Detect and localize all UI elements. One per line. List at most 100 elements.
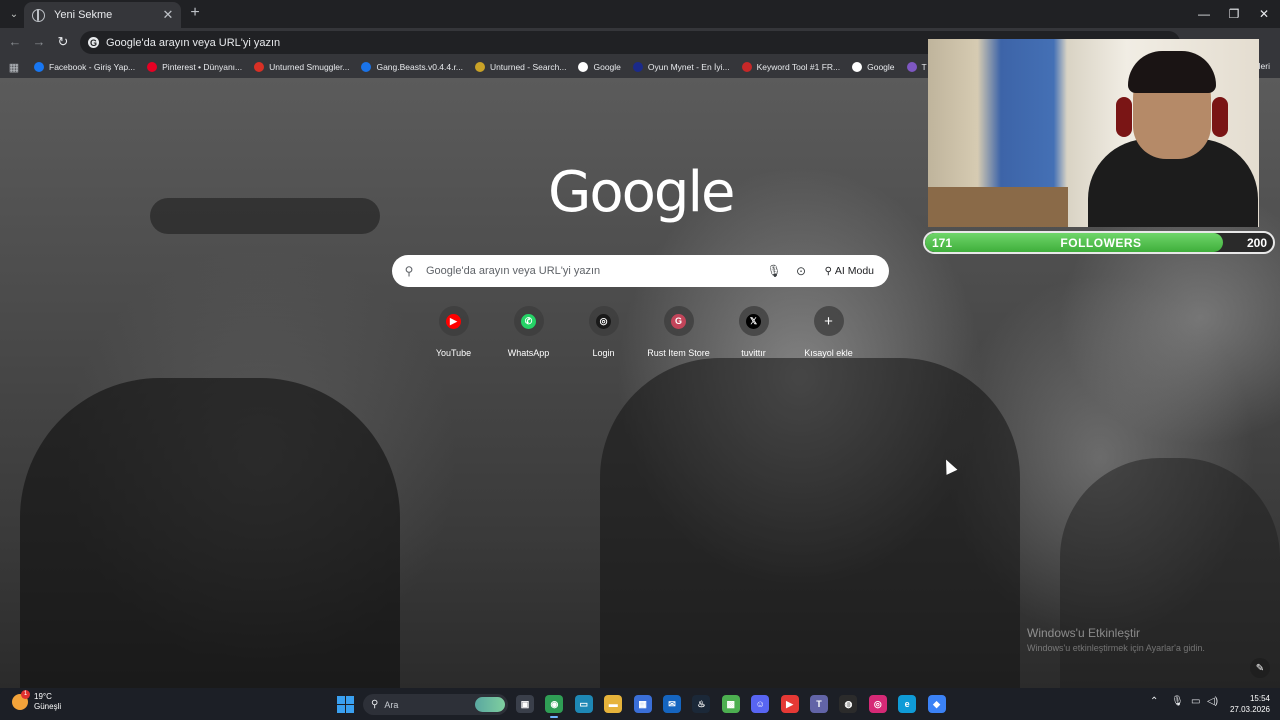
windows-taskbar: 1 19°C Güneşli ⚲ Ara ▣ ◉ ▭ ▬ ▦ ✉ ♨ ▩ ☺ ▶ T ◍ ◎ e ◆ ⌃ 🎙… bbox=[0, 688, 1280, 720]
x-icon: 𝕏 bbox=[746, 313, 761, 329]
system-clock[interactable]: 15:54 27.03.2026 bbox=[1222, 693, 1270, 715]
bookmark-label: T bbox=[921, 62, 927, 72]
address-bar-text: Google'da arayın veya URL'yi yazın bbox=[106, 36, 281, 49]
bookmark-label: Gang.Beasts.v0.4.4.r... bbox=[376, 62, 463, 72]
bookmark-item[interactable]: Google bbox=[846, 57, 900, 77]
chrome-icon[interactable]: ◉ bbox=[545, 695, 564, 718]
shortcut-label: WhatsApp bbox=[507, 348, 550, 358]
tray-mic-icon[interactable]: 🎙 bbox=[1171, 696, 1184, 707]
file-explorer-icon[interactable]: ▬ bbox=[604, 695, 623, 713]
search-icon: ⚲ bbox=[371, 699, 379, 710]
discord-icon[interactable]: ☺ bbox=[751, 695, 770, 713]
window-close-icon[interactable]: ✕ bbox=[1248, 0, 1280, 28]
tab-search-chevron-icon[interactable]: ⌄ bbox=[4, 4, 24, 24]
ai-mode-label: AI Modu bbox=[834, 265, 874, 277]
outlook-icon[interactable]: ✉ bbox=[663, 695, 681, 713]
start-button-icon[interactable] bbox=[337, 696, 354, 713]
bookmark-item[interactable]: Unturned - Search... bbox=[469, 57, 573, 77]
shortcut-tile[interactable]: ✆ WhatsApp bbox=[491, 306, 566, 358]
weather-description: Güneşli bbox=[34, 702, 62, 711]
cloud-icon bbox=[361, 62, 372, 72]
shortcut-icon-circle: ◎ bbox=[588, 306, 619, 336]
keyword-tool-icon bbox=[741, 62, 752, 72]
google-icon: G bbox=[88, 37, 99, 48]
shortcut-tile[interactable]: + Kısayol ekle bbox=[791, 306, 866, 358]
mynet-icon bbox=[632, 62, 643, 72]
microphone-icon[interactable]: 🎙 bbox=[761, 264, 788, 278]
tab-title: Yeni Sekme bbox=[54, 9, 113, 21]
ntp-search-box[interactable]: ⚲ 🎙 ⊙ ⚲ AI Modu bbox=[392, 255, 889, 287]
background-photo-cap bbox=[150, 198, 380, 234]
followers-current: 171 bbox=[932, 236, 953, 250]
bookmark-label: Facebook - Giriş Yap... bbox=[49, 62, 136, 72]
ai-mode-button[interactable]: ⚲ AI Modu bbox=[815, 259, 884, 283]
whatsapp-icon: ✆ bbox=[521, 313, 536, 329]
bookmark-label: Keyword Tool #1 FR... bbox=[756, 62, 841, 72]
media-player-icon[interactable]: ▶ bbox=[780, 695, 799, 713]
webcam-floor bbox=[928, 187, 1068, 227]
bookmark-item[interactable]: Keyword Tool #1 FR... bbox=[736, 57, 846, 77]
bookmark-label: Unturned - Search... bbox=[489, 62, 567, 72]
bookmark-item[interactable]: Gang.Beasts.v0.4.4.r... bbox=[355, 57, 468, 77]
search-triangle-icon bbox=[474, 62, 485, 72]
followers-goal-bar: FOLLOWERS 171 200 bbox=[923, 231, 1275, 254]
forward-icon[interactable]: → bbox=[30, 33, 48, 51]
bookmark-label: Google bbox=[867, 62, 895, 72]
tab-strip: ⌄ Yeni Sekme ✕ + — ❐ ✕ bbox=[0, 0, 1280, 28]
teams-icon[interactable]: T bbox=[810, 695, 828, 713]
google-logo: Google bbox=[548, 160, 735, 225]
tab-close-icon[interactable]: ✕ bbox=[159, 7, 177, 23]
bookmark-label: Google bbox=[593, 62, 621, 72]
search-highlight-icon bbox=[475, 697, 505, 712]
shortcut-label: tuvittır bbox=[741, 348, 766, 358]
weather-widget[interactable]: 1 19°C Güneşli bbox=[12, 690, 62, 712]
bookmark-item[interactable]: Oyun Mynet - En İyi... bbox=[627, 57, 736, 77]
shortcut-icon-circle: ✆ bbox=[513, 306, 544, 336]
clock-date: 27.03.2026 bbox=[1229, 705, 1270, 714]
youtube-icon: ▶ bbox=[446, 313, 461, 329]
headset-icon bbox=[1116, 97, 1132, 137]
bookmark-item[interactable]: Pinterest • Dünyanı... bbox=[141, 57, 248, 77]
network-icon[interactable]: ▭ bbox=[1191, 696, 1200, 707]
bookmark-item[interactable]: Facebook - Giriş Yap... bbox=[28, 57, 141, 77]
login-icon: ◎ bbox=[596, 313, 611, 329]
bookmark-item[interactable]: Google bbox=[572, 57, 626, 77]
shortcut-tile[interactable]: ▶ YouTube bbox=[416, 306, 491, 358]
steam-icon[interactable]: ♨ bbox=[692, 695, 711, 713]
new-tab-button[interactable]: + bbox=[186, 4, 204, 22]
taskbar-search[interactable]: ⚲ Ara bbox=[363, 694, 508, 715]
tab-new-tab[interactable]: Yeni Sekme ✕ bbox=[24, 2, 181, 28]
reload-icon[interactable]: ↻ bbox=[54, 33, 72, 51]
obs-icon[interactable]: ◍ bbox=[839, 695, 858, 713]
google-icon bbox=[852, 62, 863, 72]
store-icon[interactable]: ▦ bbox=[633, 695, 652, 713]
layers-app-icon[interactable]: ◆ bbox=[927, 695, 946, 713]
shortcut-label: YouTube bbox=[435, 348, 472, 358]
search-input[interactable] bbox=[426, 265, 761, 277]
tray-overflow-icon[interactable]: ⌃ bbox=[1150, 696, 1158, 707]
ai-sparkle-icon: ⚲ bbox=[824, 265, 832, 277]
desktop-app-icon[interactable]: ▭ bbox=[574, 695, 593, 713]
back-icon[interactable]: ← bbox=[6, 33, 24, 51]
restore-icon[interactable]: ❐ bbox=[1218, 0, 1250, 28]
minecraft-icon[interactable]: ▩ bbox=[721, 695, 740, 713]
background-photo-figure bbox=[600, 358, 1020, 688]
apps-grid-icon[interactable]: ▦ bbox=[0, 61, 28, 74]
task-view-icon[interactable]: ▣ bbox=[516, 695, 534, 713]
shortcut-tile[interactable]: ◎ Login bbox=[566, 306, 641, 358]
google-lens-icon[interactable]: ⊙ bbox=[788, 264, 815, 278]
clock-time: 15:54 bbox=[1249, 694, 1270, 703]
edge-icon[interactable]: e bbox=[898, 695, 917, 713]
steam-red-icon bbox=[254, 62, 265, 72]
minimize-icon[interactable]: — bbox=[1188, 0, 1220, 28]
shortcut-tile[interactable]: 𝕏tuvittır bbox=[716, 306, 791, 358]
shortcut-tile[interactable]: G Rust Item Store bbox=[641, 306, 716, 358]
bookmarks-list: Facebook - Giriş Yap... Pinterest • Dünya… bbox=[28, 57, 983, 77]
volume-icon[interactable]: ◁) bbox=[1207, 696, 1218, 707]
instagram-icon[interactable]: ◎ bbox=[868, 695, 887, 713]
shortcut-icon-circle: G bbox=[663, 306, 694, 336]
bookmark-item[interactable]: Unturned Smuggler... bbox=[248, 57, 355, 77]
customize-pencil-icon[interactable]: ✎ bbox=[1250, 658, 1270, 678]
google-icon bbox=[578, 62, 589, 72]
webcam-overlay bbox=[928, 39, 1259, 227]
